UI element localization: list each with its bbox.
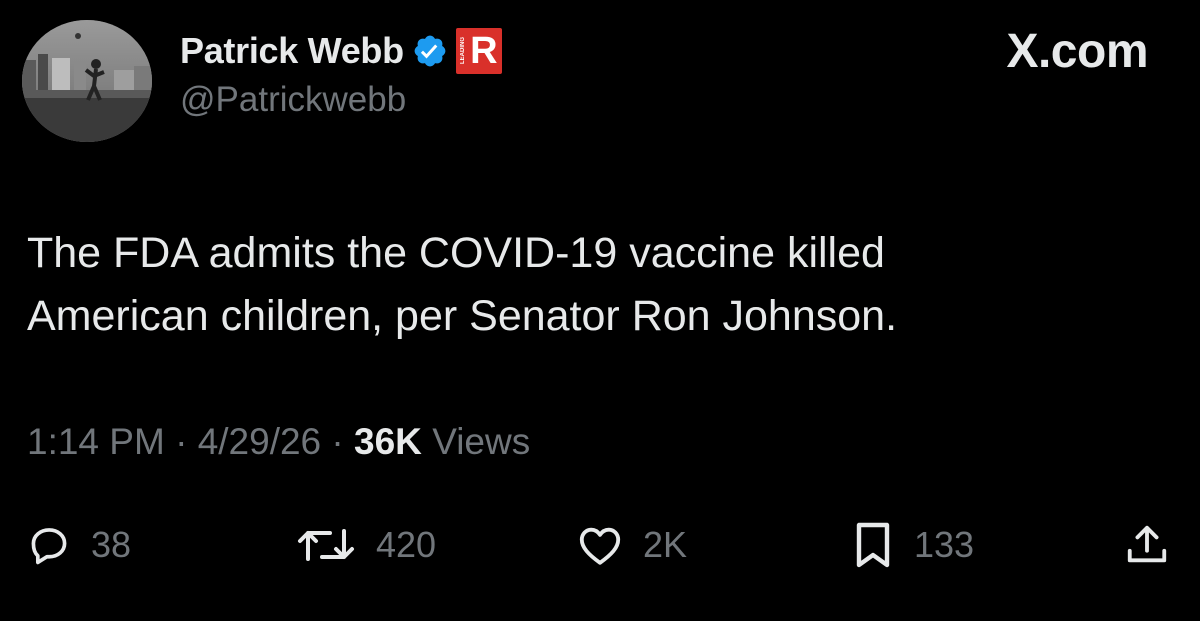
heart-icon — [579, 527, 621, 565]
action-bar: 38 420 2K 133 — [0, 515, 1200, 575]
share-icon — [1127, 525, 1167, 563]
tweet-time[interactable]: 1:14 PM — [27, 421, 165, 463]
tweet-date[interactable]: 4/29/26 — [198, 421, 321, 463]
tweet-text-line: American children, per Senator Ron Johns… — [27, 292, 898, 340]
meta-separator: · — [164, 421, 198, 462]
verified-badge-icon — [414, 35, 446, 67]
repost-icon — [298, 529, 354, 561]
share-button[interactable] — [1124, 515, 1170, 575]
repost-count: 420 — [376, 524, 437, 565]
reply-button[interactable]: 38 — [27, 515, 131, 575]
tweet-card: Patrick Webb LEADING R @Patrickwebb X.co… — [0, 0, 1200, 621]
views-label: Views — [421, 421, 531, 462]
affiliate-side-text: LEADING — [459, 37, 466, 65]
reply-count: 38 — [91, 524, 132, 565]
meta-separator: · — [321, 421, 355, 462]
bookmark-count: 133 — [914, 524, 975, 565]
tweet-text: The FDA admits the COVID-19 vaccine kill… — [27, 222, 1157, 348]
affiliate-badge-icon[interactable]: LEADING R — [455, 28, 502, 74]
reply-icon — [31, 528, 67, 565]
views-count: 36K — [354, 421, 422, 462]
avatar[interactable] — [22, 20, 152, 142]
like-button[interactable]: 2K — [577, 515, 687, 575]
avatar-photo — [22, 20, 152, 142]
bookmark-button[interactable]: 133 — [852, 515, 974, 575]
tweet-text-line: The FDA admits the COVID-19 vaccine kill… — [27, 229, 885, 277]
bookmark-icon — [856, 522, 890, 568]
tweet-meta: 1:14 PM · 4/29/26 · 36K Views — [27, 421, 530, 463]
author-name-row: Patrick Webb LEADING R — [180, 28, 502, 74]
author-display-name[interactable]: Patrick Webb — [180, 30, 404, 72]
repost-button[interactable]: 420 — [296, 515, 436, 575]
author-handle[interactable]: @Patrickwebb — [180, 80, 406, 120]
affiliate-letter: R — [470, 30, 498, 72]
like-count: 2K — [643, 524, 688, 565]
site-label: X.com — [1006, 25, 1148, 78]
